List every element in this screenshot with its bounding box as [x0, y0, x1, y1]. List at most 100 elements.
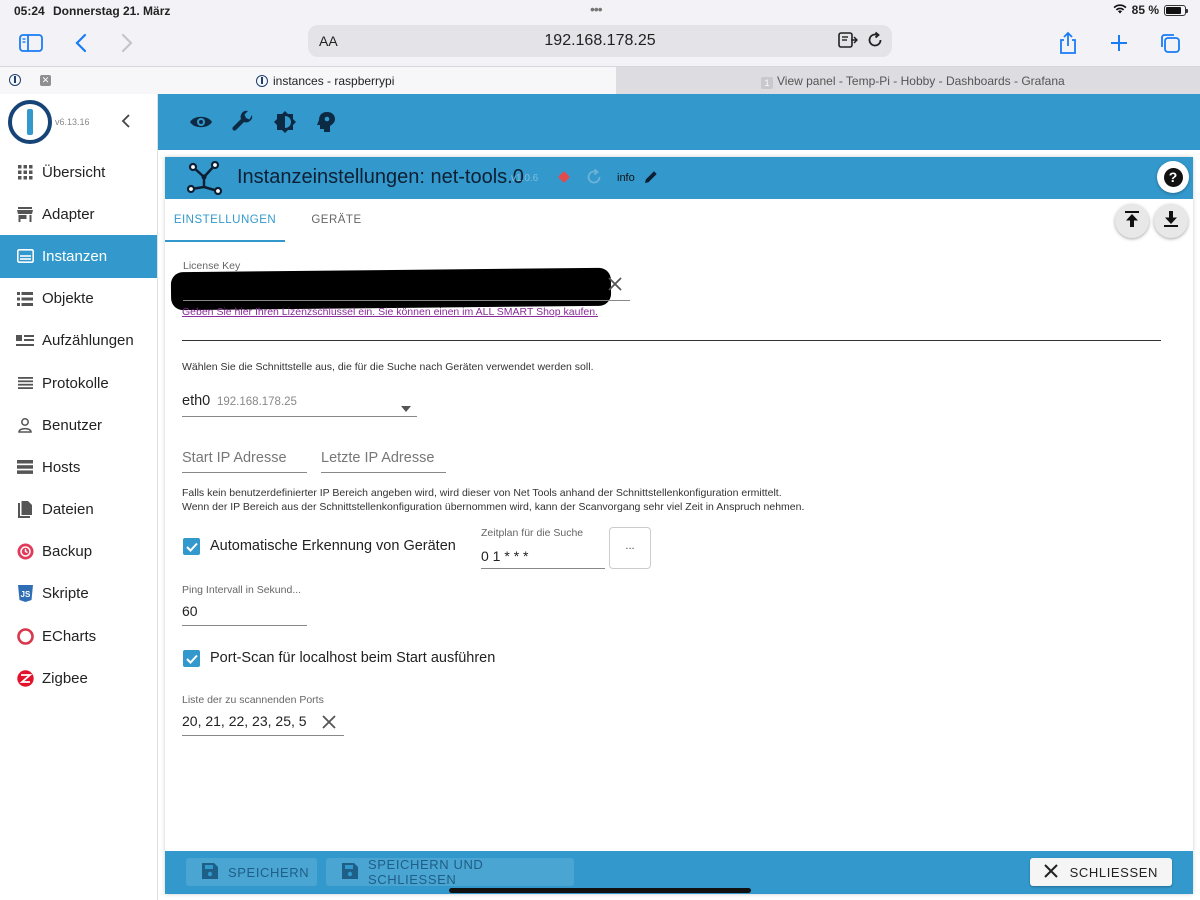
help-button[interactable]: ?	[1157, 161, 1189, 193]
sidebar-item-label: Aufzählungen	[42, 332, 134, 350]
sidebar-item-label: Instanzen	[42, 247, 108, 265]
share-icon[interactable]	[1053, 28, 1083, 58]
ports-input[interactable]: 20, 21, 22, 23, 25, 5	[182, 713, 308, 729]
save-icon	[342, 862, 358, 882]
sidebar-item-label: Benutzer	[42, 416, 103, 434]
admin-version: v6.13.16	[55, 117, 90, 127]
store-icon	[16, 205, 34, 223]
adapter-version: v1.0.6	[511, 173, 539, 184]
expert-mode-icon[interactable]	[315, 110, 339, 134]
tab-geraete[interactable]: GERÄTE	[285, 199, 388, 242]
sidebar-item-benutzer[interactable]: Benutzer	[0, 404, 157, 446]
status-right: 85 %	[1113, 3, 1188, 17]
grid-icon	[16, 163, 34, 181]
license-shop-link[interactable]: Geben Sie hier Ihren Lizenzschlüssel ein…	[182, 306, 598, 318]
wrench-icon[interactable]	[231, 110, 255, 134]
restart-icon[interactable]	[585, 168, 603, 191]
files-icon	[16, 501, 34, 519]
instances-icon	[16, 247, 34, 265]
auto-detect-label: Automatische Erkennung von Geräten	[210, 538, 456, 554]
address-bar[interactable]: AA 192.168.178.25	[308, 25, 892, 57]
schedule-input[interactable]: 0 1 * * *	[481, 548, 528, 564]
dropdown-arrow-icon	[401, 399, 411, 417]
sidebar-item-aufzaehlungen[interactable]: Aufzählungen	[0, 320, 157, 362]
start-ip-input[interactable]: Start IP Adresse	[182, 450, 287, 466]
upload-icon	[1125, 210, 1139, 232]
sidebar-item-label: Backup	[42, 543, 93, 561]
sidebar-item-backup[interactable]: Backup	[0, 531, 157, 573]
sidebar-item-objekte[interactable]: Objekte	[0, 278, 157, 320]
start-ip-underline	[182, 472, 307, 473]
edit-icon[interactable]	[643, 169, 659, 190]
download-config-button[interactable]	[1154, 204, 1188, 238]
interface-value: eth0	[182, 393, 211, 409]
new-tab-icon[interactable]	[1104, 28, 1134, 58]
theme-icon[interactable]	[273, 110, 297, 134]
download-icon	[1164, 210, 1178, 232]
backup-icon	[16, 543, 34, 561]
save-label: SPEICHERN	[228, 864, 310, 880]
server-icon	[16, 458, 34, 476]
sidebar-item-instanzen[interactable]: Instanzen	[0, 235, 157, 278]
sidebar-item-protokolle[interactable]: Protokolle	[0, 362, 157, 404]
stop-icon	[558, 171, 570, 183]
license-key-underline	[183, 300, 630, 301]
close-tab-icon[interactable]: ✕	[40, 75, 51, 86]
interface-underline	[182, 416, 417, 417]
status-bar: 05:24 Donnerstag 21. März ••• 85 %	[0, 0, 1200, 22]
port-scan-checkbox[interactable]	[183, 650, 200, 667]
log-level[interactable]: info	[617, 172, 635, 184]
iobroker-favicon-icon	[9, 74, 21, 86]
sidebar-item-dateien[interactable]: Dateien	[0, 489, 157, 531]
tab-instances[interactable]: ✕ instances - raspberrypi	[0, 67, 616, 95]
sidebar-item-skripte[interactable]: JS Skripte	[0, 573, 157, 615]
sidebar-item-uebersicht[interactable]: Übersicht	[0, 151, 157, 193]
forward-icon[interactable]	[112, 28, 142, 58]
sidebar: v6.13.16 Übersicht Adapter Instanzen Obj…	[0, 94, 158, 900]
save-button[interactable]: SPEICHERN	[186, 858, 317, 886]
interface-description: Wählen Sie die Schnittstelle aus, die fü…	[182, 361, 594, 373]
close-button[interactable]: SCHLIESSEN	[1029, 858, 1172, 886]
collapse-sidebar-icon[interactable]	[121, 112, 131, 133]
clear-ports-icon[interactable]	[322, 715, 336, 734]
auto-detect-checkbox[interactable]	[183, 538, 200, 555]
interface-select[interactable]: eth0 192.168.178.25	[182, 389, 417, 417]
ip-range-note-2: Wenn der IP Bereich aus der Schnittstell…	[182, 501, 805, 513]
sidebar-item-hosts[interactable]: Hosts	[0, 446, 157, 488]
battery-icon	[1164, 4, 1188, 16]
user-icon	[16, 416, 34, 434]
ip-range-note-1: Falls kein benutzerdefinierter IP Bereic…	[182, 487, 782, 499]
sidebar-item-adapter[interactable]: Adapter	[0, 193, 157, 235]
sidebar-toggle-icon[interactable]	[16, 28, 46, 58]
schedule-edit-button[interactable]: ...	[609, 527, 651, 569]
sidebar-item-echarts[interactable]: ECharts	[0, 615, 157, 657]
multitasking-dots[interactable]: •••	[590, 1, 603, 17]
ping-interval-underline	[182, 625, 307, 626]
ports-label: Liste der zu scannenden Ports	[182, 694, 324, 706]
license-key-input[interactable]	[170, 267, 612, 311]
iobroker-logo[interactable]	[8, 100, 52, 144]
status-time: 05:24	[14, 4, 45, 18]
panel-header: Instanzeinstellungen: net-tools.0 v1.0.6…	[165, 157, 1193, 199]
svg-text:JS: JS	[20, 590, 30, 599]
browser-tab-bar: ✕ instances - raspberrypi 1 View panel - …	[0, 66, 1200, 95]
net-tools-icon	[185, 160, 223, 200]
sidebar-item-label: Protokolle	[42, 374, 109, 392]
tabs-overview-icon[interactable]	[1155, 28, 1185, 58]
sidebar-item-zigbee[interactable]: Zigbee	[0, 657, 157, 699]
ping-interval-input[interactable]: 60	[182, 603, 198, 619]
clear-license-icon[interactable]	[608, 277, 622, 296]
end-ip-input[interactable]: Letzte IP Adresse	[321, 450, 434, 466]
url-text[interactable]: 192.168.178.25	[308, 32, 892, 50]
reader-icon[interactable]	[838, 31, 859, 54]
save-close-button[interactable]: SPEICHERN UND SCHLIESSEN	[326, 857, 574, 887]
reload-icon[interactable]	[866, 31, 884, 54]
upload-config-button[interactable]	[1115, 204, 1149, 238]
tab-einstellungen[interactable]: EINSTELLUNGEN	[165, 199, 285, 242]
back-icon[interactable]	[66, 28, 96, 58]
tab-grafana[interactable]: 1 View panel - Temp-Pi - Hobby - Dashboar…	[616, 67, 1200, 95]
eye-icon[interactable]	[189, 110, 213, 134]
home-indicator[interactable]	[449, 888, 751, 893]
tab-title-active: instances - raspberrypi	[256, 74, 394, 88]
tab-title-inactive: 1 View panel - Temp-Pi - Hobby - Dashboar…	[761, 74, 1065, 89]
